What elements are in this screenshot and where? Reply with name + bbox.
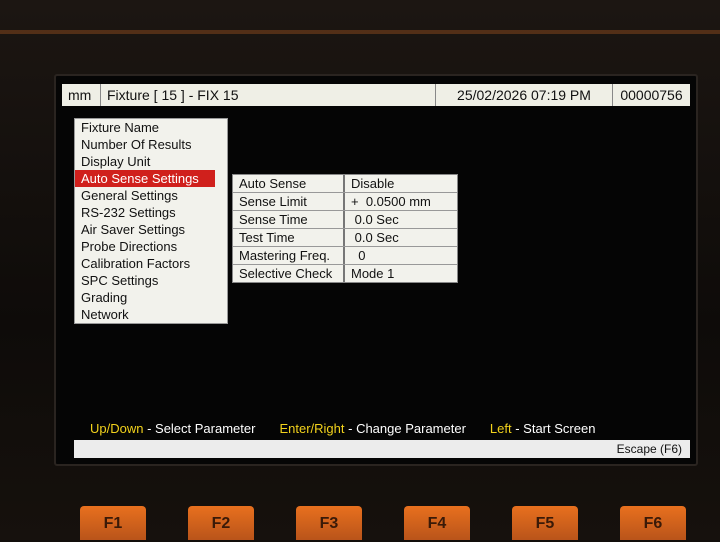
help-key-enter-right: Enter/Right [279, 420, 345, 436]
f2-key[interactable]: F2 [188, 506, 254, 540]
help-text-left: - Start Screen [511, 420, 596, 436]
f4-key[interactable]: F4 [404, 506, 470, 540]
param-row-test-time: Test Time 0.0 Sec [233, 229, 457, 247]
menu-item-auto-sense-settings[interactable]: Auto Sense Settings [75, 170, 215, 187]
menu-item-number-of-results[interactable]: Number Of Results [75, 136, 227, 153]
param-value-selective-check[interactable]: Mode 1 [345, 265, 457, 282]
menu-item-rs232-settings[interactable]: RS-232 Settings [75, 204, 227, 221]
param-name: Test Time [233, 229, 345, 246]
param-row-auto-sense: Auto Sense Disable [233, 175, 457, 193]
menu-item-fixture-name[interactable]: Fixture Name [75, 119, 227, 136]
help-change: Enter/Right - Change Parameter [279, 421, 465, 436]
f5-key[interactable]: F5 [512, 506, 578, 540]
status-bar: Escape (F6) [74, 440, 690, 458]
key-help-bar: Up/Down - Select Parameter Enter/Right -… [90, 419, 690, 437]
param-row-selective-check: Selective Check Mode 1 [233, 265, 457, 282]
unit-indicator: mm [62, 84, 101, 106]
menu-item-spc-settings[interactable]: SPC Settings [75, 272, 227, 289]
help-select: Up/Down - Select Parameter [90, 421, 255, 436]
param-value-mastering-freq[interactable]: 0 [345, 247, 457, 264]
display-screen: mm Fixture [ 15 ] - FIX 15 25/02/2026 07… [54, 74, 698, 466]
f1-key[interactable]: F1 [80, 506, 146, 540]
param-row-mastering-freq: Mastering Freq. 0 [233, 247, 457, 265]
param-value-sense-time[interactable]: 0.0 Sec [345, 211, 457, 228]
param-name: Selective Check [233, 265, 345, 282]
menu-item-grading[interactable]: Grading [75, 289, 227, 306]
param-row-sense-time: Sense Time 0.0 Sec [233, 211, 457, 229]
f6-key[interactable]: F6 [620, 506, 686, 540]
param-name: Sense Time [233, 211, 345, 228]
part-counter: 00000756 [620, 87, 683, 103]
function-key-row: F1 F2 F3 F4 F5 F6 [80, 506, 720, 540]
fixture-title: Fixture [ 15 ] - FIX 15 [101, 84, 436, 106]
menu-item-calibration-factors[interactable]: Calibration Factors [75, 255, 227, 272]
param-value-auto-sense[interactable]: Disable [345, 175, 457, 192]
header-bar: mm Fixture [ 15 ] - FIX 15 25/02/2026 07… [62, 84, 690, 106]
menu-item-general-settings[interactable]: General Settings [75, 187, 227, 204]
help-left: Left - Start Screen [490, 421, 596, 436]
settings-menu: Fixture Name Number Of Results Display U… [74, 118, 228, 324]
param-name: Sense Limit [233, 193, 345, 210]
help-key-left: Left [489, 420, 512, 436]
param-name: Auto Sense [233, 175, 345, 192]
param-name: Mastering Freq. [233, 247, 345, 264]
param-value-test-time[interactable]: 0.0 Sec [345, 229, 457, 246]
auto-sense-parameter-table: Auto Sense Disable Sense Limit + 0.0500 … [232, 174, 458, 283]
help-text-select: - Select Parameter [143, 420, 256, 436]
bezel-accent-strip [0, 30, 720, 34]
escape-hint: Escape (F6) [616, 442, 682, 456]
param-row-sense-limit: Sense Limit + 0.0500 mm [233, 193, 457, 211]
help-text-change: - Change Parameter [344, 420, 466, 436]
menu-item-air-saver-settings[interactable]: Air Saver Settings [75, 221, 227, 238]
date-time: 25/02/2026 07:19 PM [436, 84, 613, 106]
param-value-sense-limit[interactable]: + 0.0500 mm [345, 193, 457, 210]
menu-item-display-unit[interactable]: Display Unit [75, 153, 227, 170]
f3-key[interactable]: F3 [296, 506, 362, 540]
help-key-up-down: Up/Down [90, 420, 144, 436]
menu-item-network[interactable]: Network [75, 306, 227, 323]
menu-item-probe-directions[interactable]: Probe Directions [75, 238, 227, 255]
